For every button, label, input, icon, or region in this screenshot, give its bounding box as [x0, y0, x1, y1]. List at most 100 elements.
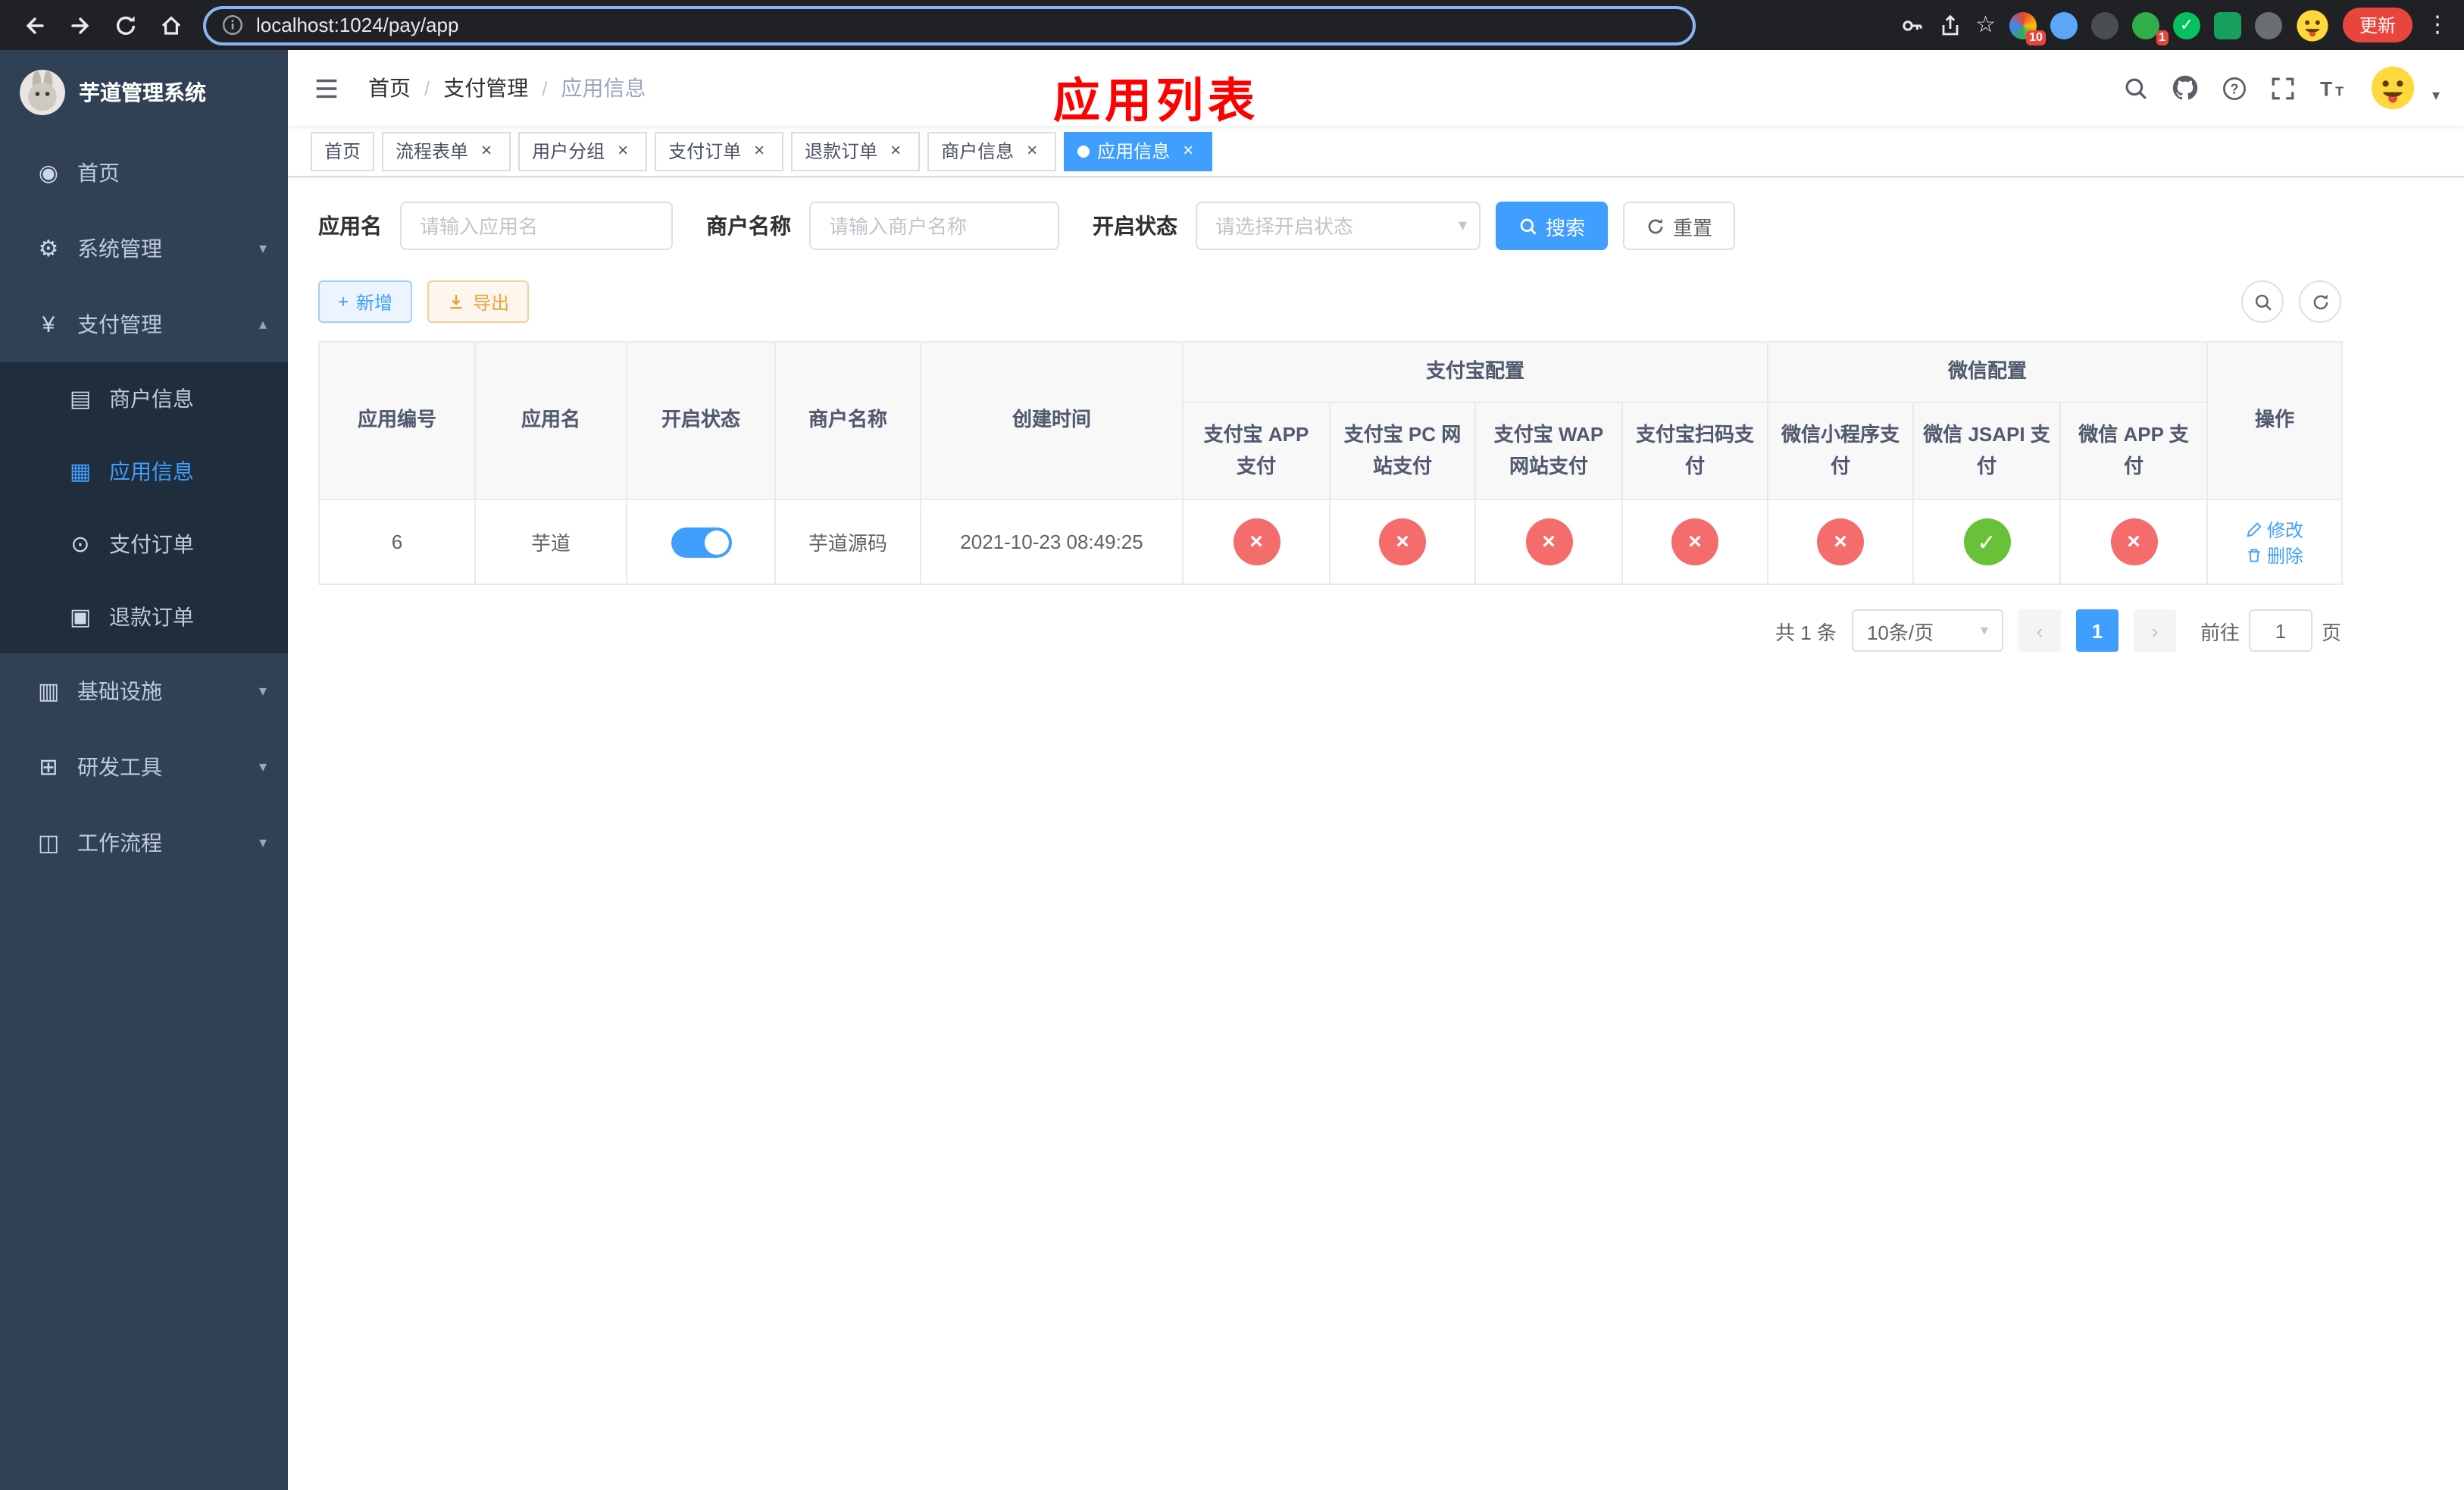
site-info-icon[interactable]: [221, 14, 244, 36]
app-name-input[interactable]: [400, 202, 673, 250]
address-bar[interactable]: localhost:1024/pay/app: [203, 5, 1696, 45]
export-button-label: 导出: [473, 292, 510, 313]
browser-profile-avatar[interactable]: [2296, 8, 2329, 42]
sidebar-subitem-2[interactable]: ⊙ 支付订单: [0, 508, 288, 581]
update-button[interactable]: 更新: [2342, 8, 2412, 42]
column-header: 商户名称: [774, 341, 921, 500]
status-select-input[interactable]: [1196, 202, 1481, 250]
help-icon[interactable]: ?: [2222, 75, 2247, 101]
next-page-button[interactable]: ›: [2133, 609, 2176, 652]
column-header: 操作: [2206, 341, 2344, 500]
page-size-select[interactable]: 10条/页 ▾: [1851, 609, 2003, 652]
extension-blue-icon[interactable]: [2050, 11, 2078, 39]
bookmark-star-icon[interactable]: ☆: [1975, 14, 1996, 36]
sidebar-subitem-0[interactable]: ▤ 商户信息: [0, 362, 288, 435]
goto-page-input[interactable]: [2248, 609, 2312, 652]
extension-colorful-icon[interactable]: 10: [2009, 11, 2046, 45]
edit-link[interactable]: 修改: [2246, 516, 2303, 542]
sidebar-item-1[interactable]: ⚙ 系统管理 ▾: [0, 211, 288, 286]
share-icon[interactable]: [1937, 13, 1962, 37]
tab-0[interactable]: 首页: [311, 131, 375, 171]
dev-tools-icon: ⊞: [39, 755, 58, 781]
table-toolbar: + 新增 导出: [318, 280, 2341, 323]
sidebar-item-label: 基础设施: [77, 679, 162, 703]
extension-dark-icon[interactable]: [2090, 11, 2118, 39]
enable-toggle[interactable]: [671, 527, 731, 557]
font-size-icon[interactable]: TT: [2319, 75, 2347, 101]
fullscreen-icon[interactable]: [2270, 75, 2296, 101]
close-icon[interactable]: ×: [612, 139, 633, 161]
cross-circle-icon[interactable]: ×: [1525, 518, 1572, 565]
close-icon[interactable]: ×: [885, 139, 906, 161]
key-icon[interactable]: [1900, 13, 1924, 37]
wechat-devtools-icon[interactable]: ✓: [2172, 11, 2200, 39]
cross-circle-icon[interactable]: ×: [2110, 518, 2158, 565]
reload-button[interactable]: [106, 5, 145, 45]
export-button[interactable]: 导出: [427, 280, 530, 323]
extension-pin-icon[interactable]: [2254, 11, 2282, 39]
forward-button[interactable]: [61, 5, 100, 45]
search-icon[interactable]: [2123, 75, 2149, 101]
tab-3[interactable]: 支付订单 ×: [655, 131, 784, 171]
tab-label: 退款订单: [805, 141, 878, 162]
page-number-button[interactable]: 1: [2075, 609, 2118, 652]
sidebar-item-2[interactable]: ¥ 支付管理 ▴: [0, 286, 288, 362]
cell-pay-config: ✓: [1912, 499, 2062, 585]
svg-text:?: ?: [2230, 80, 2238, 95]
cross-circle-icon[interactable]: ×: [1233, 518, 1280, 565]
close-icon[interactable]: ×: [476, 139, 497, 161]
merchant-name-input[interactable]: [809, 202, 1059, 250]
browser-menu-dots-icon[interactable]: ⋮: [2426, 14, 2449, 36]
column-header: 支付宝 APP 支付: [1182, 402, 1330, 500]
menu-fold-icon[interactable]: [312, 74, 341, 102]
sidebar-item-3[interactable]: ▥ 基础设施 ▾: [0, 653, 288, 729]
cross-circle-icon[interactable]: ×: [1379, 518, 1426, 565]
add-button[interactable]: + 新增: [318, 280, 413, 323]
close-icon[interactable]: ×: [749, 139, 770, 161]
app-title: 芋道管理系统: [79, 80, 206, 105]
tab-2[interactable]: 用户分组 ×: [518, 131, 648, 171]
back-button[interactable]: [15, 5, 55, 45]
cross-circle-icon[interactable]: ×: [1817, 518, 1865, 565]
sidebar-subitem-1[interactable]: ▦ 应用信息: [0, 435, 288, 508]
tab-5[interactable]: 商户信息 ×: [927, 131, 1057, 171]
tab-label: 商户信息: [941, 141, 1015, 162]
tab-label: 首页: [324, 141, 361, 162]
page-size-value: 10条/页: [1866, 621, 1934, 643]
github-icon[interactable]: [2172, 74, 2199, 102]
sidebar-subitem-3[interactable]: ▣ 退款订单: [0, 581, 288, 653]
reset-button[interactable]: 重置: [1623, 202, 1736, 250]
cross-circle-icon[interactable]: ×: [1671, 518, 1718, 565]
tab-label: 支付订单: [668, 141, 742, 162]
extension-green-icon[interactable]: 1: [2131, 11, 2169, 45]
breadcrumb-pay[interactable]: 支付管理: [443, 73, 528, 103]
sidebar-item-4[interactable]: ⊞ 研发工具 ▾: [0, 729, 288, 805]
filter-form: 应用名 商户名称 开启状态 ▾ 搜索 重置: [318, 202, 2434, 250]
user-avatar[interactable]: [2370, 65, 2416, 111]
delete-label: 删除: [2267, 545, 2304, 566]
close-icon[interactable]: ×: [1021, 139, 1043, 161]
close-icon[interactable]: ×: [1177, 139, 1199, 161]
tab-6[interactable]: 应用信息 ×: [1064, 131, 1213, 171]
search-button[interactable]: 搜索: [1496, 202, 1609, 250]
prev-page-button[interactable]: ‹: [2018, 609, 2061, 652]
tags-view: 首页 流程表单 × 用户分组 × 支付订单 × 退款订单 × 商户信息 × 应用信息 ×: [288, 126, 2464, 177]
tab-1[interactable]: 流程表单 ×: [382, 131, 511, 171]
breadcrumb-separator: /: [424, 77, 430, 99]
home-button[interactable]: [152, 5, 191, 45]
breadcrumb-home[interactable]: 首页: [368, 73, 411, 103]
delete-link[interactable]: 删除: [2246, 542, 2303, 568]
status-select[interactable]: ▾: [1196, 202, 1481, 250]
sidebar-item-label: 工作流程: [77, 831, 162, 855]
logo-row[interactable]: 芋道管理系统: [0, 50, 288, 135]
column-header: 开启状态: [626, 341, 776, 500]
cell-created-at: 2021-10-23 08:49:25: [920, 499, 1184, 585]
sidebar-item-5[interactable]: ◫ 工作流程 ▾: [0, 805, 288, 881]
check-circle-icon[interactable]: ✓: [1963, 518, 2011, 565]
refresh-button[interactable]: [2299, 280, 2341, 323]
extension-square-icon[interactable]: [2213, 11, 2241, 39]
sidebar-item-0[interactable]: ◉ 首页: [0, 135, 288, 211]
tab-4[interactable]: 退款订单 ×: [791, 131, 921, 171]
app-frame: 芋道管理系统 ◉ 首页 ⚙ 系统管理 ▾ ¥ 支付管理 ▴ ▤ 商户信息 ▦ 应用信息 ⊙ 支付订单 ▣ 退款…: [0, 50, 2464, 1490]
toggle-search-button[interactable]: [2241, 280, 2284, 323]
